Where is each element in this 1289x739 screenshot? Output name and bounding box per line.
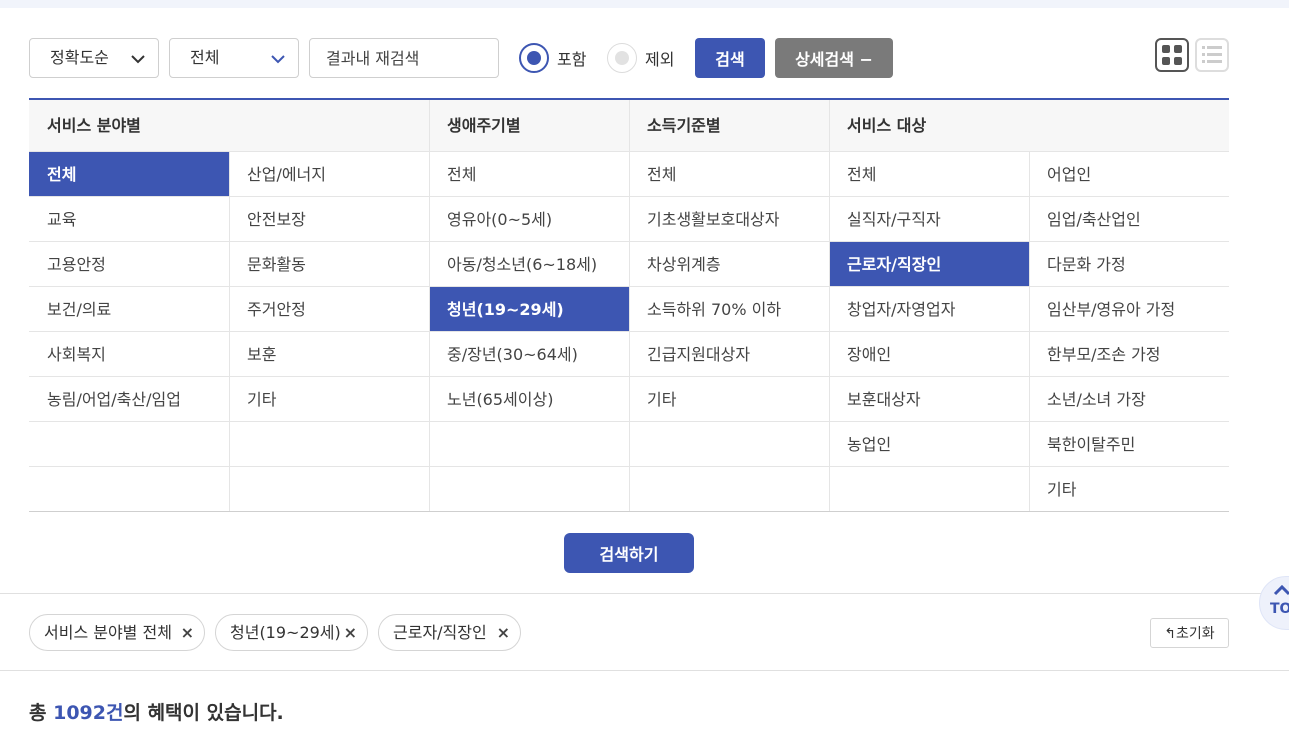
filter-option[interactable]: 기타 <box>1029 467 1229 512</box>
radio-checked-icon <box>519 43 549 73</box>
empty-cell <box>29 422 229 467</box>
filter-option[interactable]: 전체 <box>429 152 629 197</box>
filter-option[interactable]: 청년(19~29세) <box>429 287 629 332</box>
filter-option[interactable]: 창업자/자영업자 <box>829 287 1029 332</box>
sort-select[interactable]: 정확도순 <box>29 38 159 78</box>
filter-option[interactable]: 소년/소녀 가장 <box>1029 377 1229 422</box>
scope-select-value: 전체 <box>190 48 220 67</box>
filter-option[interactable]: 장애인 <box>829 332 1029 377</box>
sort-select-value: 정확도순 <box>50 48 109 67</box>
header-target: 서비스 대상 <box>829 100 1229 152</box>
header-income: 소득기준별 <box>629 100 829 152</box>
top-label: TOP <box>1270 601 1289 617</box>
apply-search-button[interactable]: 검색하기 <box>564 533 694 573</box>
exclude-radio[interactable]: 제외 <box>607 42 674 74</box>
reset-button[interactable]: ↰초기화 <box>1150 618 1229 648</box>
list-view-icon[interactable] <box>1195 38 1229 72</box>
empty-cell <box>629 467 829 512</box>
filter-option[interactable]: 아동/청소년(6~18세) <box>429 242 629 287</box>
chip-label: 근로자/직장인 <box>393 623 487 642</box>
chip-label: 청년(19~29세) <box>230 623 341 642</box>
empty-cell <box>229 422 429 467</box>
column-divider <box>1029 152 1030 512</box>
filter-option[interactable]: 긴급지원대상자 <box>629 332 829 377</box>
filter-option[interactable]: 문화활동 <box>229 242 429 287</box>
column-divider <box>829 100 830 512</box>
empty-cell <box>229 467 429 512</box>
empty-cell <box>829 467 1029 512</box>
filter-option[interactable]: 농림/어업/축산/임업 <box>29 377 229 422</box>
top-strip <box>0 0 1289 8</box>
undo-icon: ↰ <box>1164 626 1177 642</box>
empty-cell <box>429 467 629 512</box>
empty-cell <box>629 422 829 467</box>
filter-option[interactable]: 보훈 <box>229 332 429 377</box>
chip-label: 서비스 분야별 전체 <box>44 623 172 642</box>
filter-option[interactable]: 영유아(0~5세) <box>429 197 629 242</box>
filter-option[interactable]: 어업인 <box>1029 152 1229 197</box>
chevron-down-icon <box>131 55 145 64</box>
re-search-input[interactable] <box>309 38 499 78</box>
filter-option[interactable]: 임업/축산업인 <box>1029 197 1229 242</box>
remove-icon[interactable]: × <box>344 615 357 650</box>
selected-filter-chip[interactable]: 근로자/직장인 × <box>378 614 521 651</box>
result-suffix: 의 혜택이 있습니다. <box>123 702 284 724</box>
filter-option[interactable]: 전체 <box>829 152 1029 197</box>
scope-select[interactable]: 전체 <box>169 38 299 78</box>
filter-option[interactable]: 한부모/조손 가정 <box>1029 332 1229 377</box>
filter-option[interactable]: 다문화 가정 <box>1029 242 1229 287</box>
chevron-up-icon <box>1273 584 1289 596</box>
filter-option[interactable]: 고용안정 <box>29 242 229 287</box>
column-divider <box>229 152 230 512</box>
table-bottom-border <box>29 511 1229 512</box>
filter-option[interactable]: 차상위계층 <box>629 242 829 287</box>
include-label: 포함 <box>557 50 587 69</box>
filter-option[interactable]: 소득하위 70% 이하 <box>629 287 829 332</box>
header-lifecycle: 생애주기별 <box>429 100 629 152</box>
remove-icon[interactable]: × <box>497 615 510 650</box>
selected-filter-chip[interactable]: 청년(19~29세) × <box>215 614 368 651</box>
chevron-down-icon <box>271 55 285 64</box>
divider <box>0 670 1289 671</box>
filter-option[interactable]: 보건/의료 <box>29 287 229 332</box>
empty-cell <box>29 467 229 512</box>
filter-option[interactable]: 기초생활보호대상자 <box>629 197 829 242</box>
filter-option[interactable]: 실직자/구직자 <box>829 197 1029 242</box>
filter-option[interactable]: 사회복지 <box>29 332 229 377</box>
column-divider <box>429 100 430 512</box>
filter-option[interactable]: 중/장년(30~64세) <box>429 332 629 377</box>
filter-option[interactable]: 기타 <box>229 377 429 422</box>
filter-option[interactable]: 산업/에너지 <box>229 152 429 197</box>
header-service-field: 서비스 분야별 <box>29 100 429 152</box>
result-prefix: 총 <box>29 702 54 724</box>
filter-table: 서비스 분야별 생애주기별 소득기준별 서비스 대상 전체 교육 고용안정 보건… <box>29 98 1229 513</box>
filter-option[interactable]: 북한이탈주민 <box>1029 422 1229 467</box>
result-summary: 총 1092건의 혜택이 있습니다. <box>29 698 284 725</box>
radio-unchecked-icon <box>607 43 637 73</box>
filter-option[interactable]: 근로자/직장인 <box>829 242 1029 287</box>
include-radio[interactable]: 포함 <box>519 42 586 74</box>
exclude-label: 제외 <box>645 50 675 69</box>
filter-option[interactable]: 전체 <box>629 152 829 197</box>
selected-filter-chip[interactable]: 서비스 분야별 전체 × <box>29 614 205 651</box>
divider <box>0 593 1289 594</box>
empty-cell <box>429 422 629 467</box>
filter-option[interactable]: 농업인 <box>829 422 1029 467</box>
column-divider <box>629 100 630 512</box>
result-count: 1092건 <box>53 702 124 724</box>
filter-option[interactable]: 교육 <box>29 197 229 242</box>
filter-option[interactable]: 노년(65세이상) <box>429 377 629 422</box>
remove-icon[interactable]: × <box>181 615 194 650</box>
filter-option[interactable]: 안전보장 <box>229 197 429 242</box>
filter-option[interactable]: 보훈대상자 <box>829 377 1029 422</box>
filter-option[interactable]: 기타 <box>629 377 829 422</box>
advanced-search-button[interactable]: 상세검색 − <box>775 38 893 78</box>
search-button[interactable]: 검색 <box>695 38 765 78</box>
scroll-top-button[interactable]: TOP <box>1259 576 1289 630</box>
filter-option[interactable]: 전체 <box>29 152 229 197</box>
filter-option[interactable]: 주거안정 <box>229 287 429 332</box>
filter-option[interactable]: 임산부/영유아 가정 <box>1029 287 1229 332</box>
grid-view-icon[interactable] <box>1155 38 1189 72</box>
reset-label: 초기화 <box>1176 626 1215 642</box>
